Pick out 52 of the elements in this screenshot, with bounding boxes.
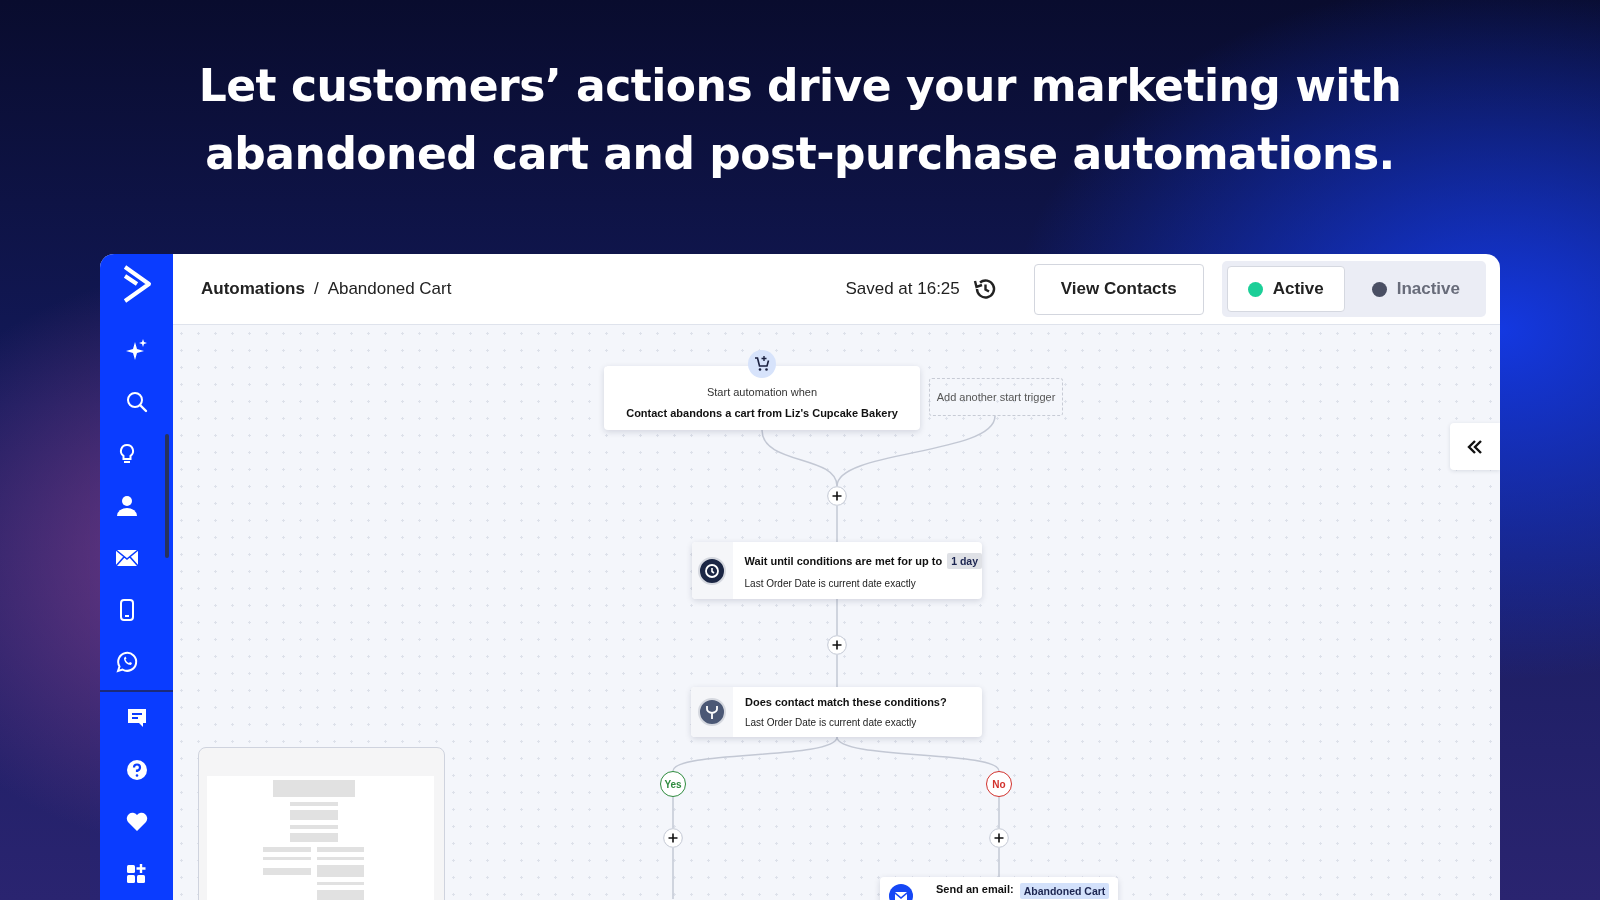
wait-card[interactable]: Wait until conditions are met for up to 1 day Last Order Date is current date exactly	[692, 542, 982, 599]
wait-detail: Last Order Date is current date exactly	[744, 577, 917, 589]
breadcrumb-link[interactable]: Automations	[201, 279, 305, 299]
status-option[interactable]: Active	[1226, 266, 1345, 312]
apps-icon[interactable]	[124, 862, 149, 886]
person-icon[interactable]	[114, 494, 139, 518]
add-step-icon[interactable]	[663, 828, 683, 848]
condition-card[interactable]: Does contact match these conditions? Last Order Date is current date exactly	[691, 687, 982, 737]
connector-line	[836, 654, 838, 688]
help-icon[interactable]	[124, 758, 149, 782]
saved-status: Saved at 16:25	[845, 279, 960, 299]
duration-tag: 1 day	[947, 552, 982, 569]
add-step-icon[interactable]	[989, 828, 1009, 848]
scrollbar[interactable]	[165, 434, 169, 558]
connector-line	[998, 796, 1000, 829]
condition-detail: Last Order Date is current date exactly	[745, 717, 918, 728]
add-trigger-button[interactable]: Add another start trigger	[929, 378, 1063, 416]
wait-title: Wait until conditions are met for up to	[744, 554, 943, 567]
cart-icon	[747, 349, 777, 379]
connector-line	[672, 796, 674, 829]
connector-line	[836, 598, 838, 636]
search-icon[interactable]	[124, 390, 149, 414]
email-tag: Abandoned Cart	[1019, 883, 1110, 899]
collapse-button[interactable]	[1450, 423, 1500, 470]
breadcrumb-current: Abandoned Cart	[327, 279, 452, 299]
logo-icon[interactable]	[121, 264, 152, 304]
headline-line: Let customers’ actions drive your marketing with	[198, 59, 1402, 113]
connector-line	[836, 505, 838, 543]
history-icon[interactable]	[971, 276, 998, 302]
whatsapp-icon[interactable]	[114, 650, 139, 674]
email-card[interactable]: Send an email: Abandoned Cart	[880, 877, 1118, 900]
email-title: Send an email:	[936, 883, 1014, 895]
trigger-title: Contact abandons a cart from Liz's Cupcake Bakery	[626, 406, 898, 419]
heart-icon[interactable]	[124, 810, 149, 834]
add-step-icon[interactable]	[827, 486, 847, 506]
branch-label: Yes	[660, 771, 686, 797]
status-option[interactable]: Inactive	[1350, 266, 1481, 312]
status-label: Inactive	[1396, 279, 1460, 299]
branch-label: No	[986, 771, 1012, 797]
connector-line	[672, 847, 674, 899]
status-label: Active	[1272, 279, 1324, 299]
trigger-caption: Start automation when	[706, 385, 818, 398]
trigger-card[interactable]: Start automation when Contact abandons a cart from Liz's Cupcake Bakery	[604, 366, 920, 430]
connector-line	[998, 847, 1000, 880]
breadcrumb-separator: /	[313, 279, 319, 299]
condition-title: Does contact match these conditions?	[745, 696, 947, 708]
double-chevron-icon	[1466, 438, 1484, 455]
view-contacts-button[interactable]: View Contacts	[1033, 263, 1204, 315]
clock-icon	[698, 556, 727, 585]
add-step-icon[interactable]	[827, 635, 847, 655]
headline-line: abandoned cart and post-purchase automations.	[205, 127, 1395, 181]
split-icon	[698, 698, 726, 726]
